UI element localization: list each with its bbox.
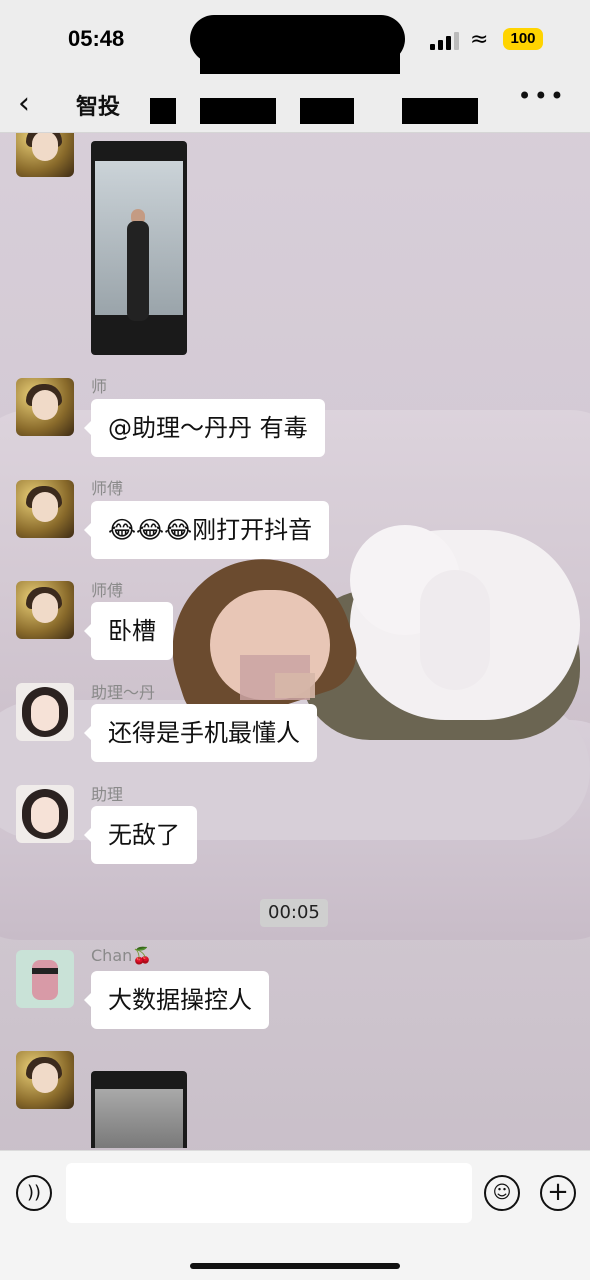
redaction-block [200, 98, 276, 124]
sender-name: 助理～丹 [91, 683, 156, 702]
avatar[interactable] [16, 683, 74, 741]
avatar[interactable] [16, 480, 74, 538]
home-indicator [190, 1263, 400, 1269]
battery-level: 100 [503, 28, 543, 50]
message-list[interactable]: 师 @助理～丹丹 有毒 师傅 😂😂😂刚打开抖音 师傅 卧槽 助理～丹 还得是手机… [0, 133, 590, 1148]
nav-bar: ‹ 智投 ••• [0, 76, 590, 133]
message-input[interactable] [66, 1163, 472, 1223]
sender-name: 师傅 [91, 581, 124, 600]
message-bubble[interactable]: @助理～丹丹 有毒 [84, 399, 325, 457]
avatar[interactable] [16, 133, 74, 177]
avatar[interactable] [16, 581, 74, 639]
message-bubble[interactable]: 无敌了 [84, 806, 197, 864]
chat-screen: 05:48 ≈ 100 ‹ 智投 ••• 师 @助理～丹丹 有毒 师傅 😂😂😂刚… [0, 0, 590, 1280]
status-bar: 05:48 ≈ 100 [0, 0, 590, 76]
sender-name: Chan🍒 [91, 946, 153, 965]
wifi-icon: ≈ [470, 27, 489, 52]
time-divider: 00:05 [260, 899, 328, 927]
avatar[interactable] [16, 785, 74, 843]
message-bubble[interactable]: 还得是手机最懂人 [84, 704, 317, 762]
message-bubble[interactable]: 卧槽 [84, 602, 173, 660]
redaction-block [200, 46, 400, 74]
sender-name: 师傅 [91, 479, 124, 498]
chat-title: 智投 [76, 95, 121, 120]
voice-icon[interactable]: )) [16, 1175, 52, 1211]
signal-icon [430, 30, 462, 50]
avatar[interactable] [16, 378, 74, 436]
video-message[interactable] [91, 1071, 187, 1148]
message-bubble[interactable]: 😂😂😂刚打开抖音 [83, 501, 330, 559]
video-message[interactable] [91, 141, 187, 355]
redaction-block [150, 98, 176, 124]
chevron-left-icon[interactable]: ‹ [18, 86, 30, 121]
avatar[interactable] [16, 950, 74, 1008]
redaction-block [402, 98, 478, 124]
redaction-block [300, 98, 354, 124]
plus-icon[interactable]: + [540, 1175, 576, 1211]
input-bar: )) ☺ + [0, 1150, 590, 1280]
more-dots-icon[interactable]: ••• [518, 82, 566, 110]
status-time: 05:48 [68, 26, 125, 51]
sender-name: 师 [91, 377, 108, 396]
emoji-icon[interactable]: ☺ [484, 1175, 520, 1211]
avatar[interactable] [16, 1051, 74, 1109]
sender-name: 助理 [91, 785, 124, 804]
message-bubble[interactable]: 大数据操控人 [84, 971, 269, 1029]
